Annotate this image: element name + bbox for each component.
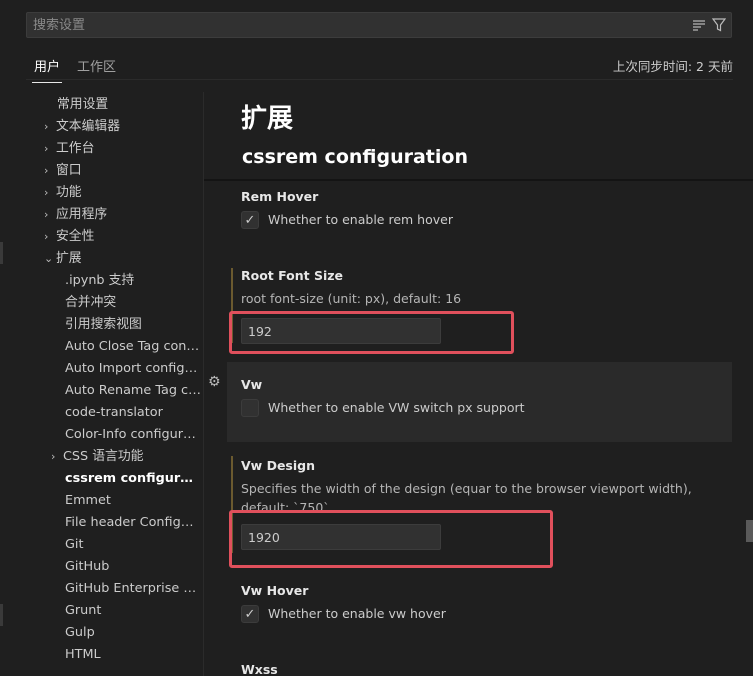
toc-item-auto-rename-tag[interactable]: Auto Rename Tag con...	[65, 380, 201, 402]
toc-item-file-header[interactable]: File header Configurat...	[65, 512, 201, 534]
category-heading: cssrem configuration	[242, 146, 468, 168]
rem-hover-checkbox[interactable]: ✓	[241, 211, 259, 229]
scrollbar-thumb[interactable]	[746, 520, 753, 542]
settings-scope-tabs: 用户 工作区 上次同步时间: 2 天前	[26, 50, 733, 83]
left-edge-mark	[0, 242, 3, 264]
chevron-right-icon: ›	[44, 230, 49, 243]
setting-checkbox-label: Whether to enable vw hover	[268, 606, 446, 621]
vw-checkbox[interactable]	[241, 399, 259, 417]
setting-vw-hover: Vw Hover ✓ Whether to enable vw hover	[227, 576, 732, 636]
highlight-vw-design	[229, 510, 553, 568]
setting-checkbox-label: Whether to enable rem hover	[268, 212, 453, 227]
heading-divider	[204, 179, 753, 181]
check-icon: ✓	[244, 212, 256, 228]
settings-search-box	[26, 12, 732, 38]
toc-item-reference-search[interactable]: 引用搜索视图	[65, 314, 201, 336]
setting-title: Vw Design	[241, 458, 315, 473]
chevron-down-icon: ⌄	[44, 252, 54, 265]
toc-item-features[interactable]: › 功能	[44, 182, 82, 204]
toc-item-code-translator[interactable]: code-translator	[65, 402, 201, 424]
chevron-right-icon: ›	[44, 142, 49, 155]
chevron-right-icon: ›	[44, 164, 49, 177]
toc-item-gulp[interactable]: Gulp	[65, 622, 201, 644]
toc-item-github[interactable]: GitHub	[65, 556, 201, 578]
toc-item-security[interactable]: › 安全性	[44, 226, 94, 248]
setting-title: Wxss	[241, 662, 278, 676]
setting-rem-hover: Rem Hover ✓ Whether to enable rem hover	[227, 182, 732, 242]
clear-filter-icon[interactable]	[691, 17, 707, 33]
toc-item-grunt[interactable]: Grunt	[65, 600, 201, 622]
toc-item-color-info[interactable]: Color-Info configurati...	[65, 424, 201, 446]
toc-item-html[interactable]: HTML	[65, 644, 201, 666]
toc-item-emmet[interactable]: Emmet	[65, 490, 201, 512]
left-edge-mark	[0, 604, 3, 626]
highlight-root-font-size	[229, 311, 514, 354]
toc-item-window[interactable]: › 窗口	[44, 160, 82, 182]
toc-item-ipynb[interactable]: .ipynb 支持	[65, 270, 201, 292]
setting-vw: Vw Whether to enable VW switch px suppor…	[227, 362, 732, 442]
tab-workspace[interactable]: 工作区	[77, 56, 116, 75]
tab-user[interactable]: 用户	[31, 56, 63, 83]
settings-search-input[interactable]	[33, 13, 673, 37]
check-icon: ✓	[244, 606, 256, 622]
toc-item-merge-conflict[interactable]: 合并冲突	[65, 292, 201, 314]
toc-item-workbench[interactable]: › 工作台	[44, 138, 94, 160]
chevron-right-icon: ›	[51, 450, 56, 463]
toc-item-github-enterprise[interactable]: GitHub Enterprise Ser...	[65, 578, 201, 600]
toc-item-auto-import[interactable]: Auto Import configura...	[65, 358, 201, 380]
setting-checkbox-label: Whether to enable VW switch px support	[268, 400, 525, 415]
toc-item-git[interactable]: Git	[65, 534, 201, 556]
toc-item-css-language[interactable]: › CSS 语言功能	[51, 446, 201, 468]
setting-title: Vw	[241, 377, 263, 392]
toc-item-application[interactable]: › 应用程序	[44, 204, 107, 226]
setting-wxss: Wxss	[227, 655, 732, 676]
filter-icon[interactable]	[711, 17, 727, 33]
chevron-right-icon: ›	[44, 208, 49, 221]
chevron-right-icon: ›	[44, 186, 49, 199]
setting-title: Rem Hover	[241, 189, 319, 204]
toc-item-extensions[interactable]: ⌄ 扩展	[44, 248, 82, 270]
setting-description: root font-size (unit: px), default: 16	[241, 291, 462, 306]
vw-hover-checkbox[interactable]: ✓	[241, 605, 259, 623]
sync-status: 上次同步时间: 2 天前	[612, 59, 733, 74]
gear-icon[interactable]: ⚙	[208, 374, 221, 390]
setting-title: Vw Hover	[241, 583, 309, 598]
settings-toc: 常用设置 › 文本编辑器 › 工作台 › 窗口 › 功能 › 应用程序 › 安全性 ⌄ 扩展 …	[26, 92, 204, 676]
toc-item-auto-close-tag[interactable]: Auto Close Tag configu...	[65, 336, 201, 358]
toc-item-text-editor[interactable]: › 文本编辑器	[44, 116, 120, 138]
toc-item-common[interactable]: 常用设置	[57, 94, 108, 116]
setting-title: Root Font Size	[241, 268, 344, 283]
toc-item-cssrem[interactable]: cssrem configuration	[65, 468, 201, 490]
chevron-right-icon: ›	[44, 120, 49, 133]
section-heading: 扩展	[241, 104, 294, 134]
settings-content: 扩展 cssrem configuration Rem Hover ✓ Whet…	[204, 92, 753, 676]
